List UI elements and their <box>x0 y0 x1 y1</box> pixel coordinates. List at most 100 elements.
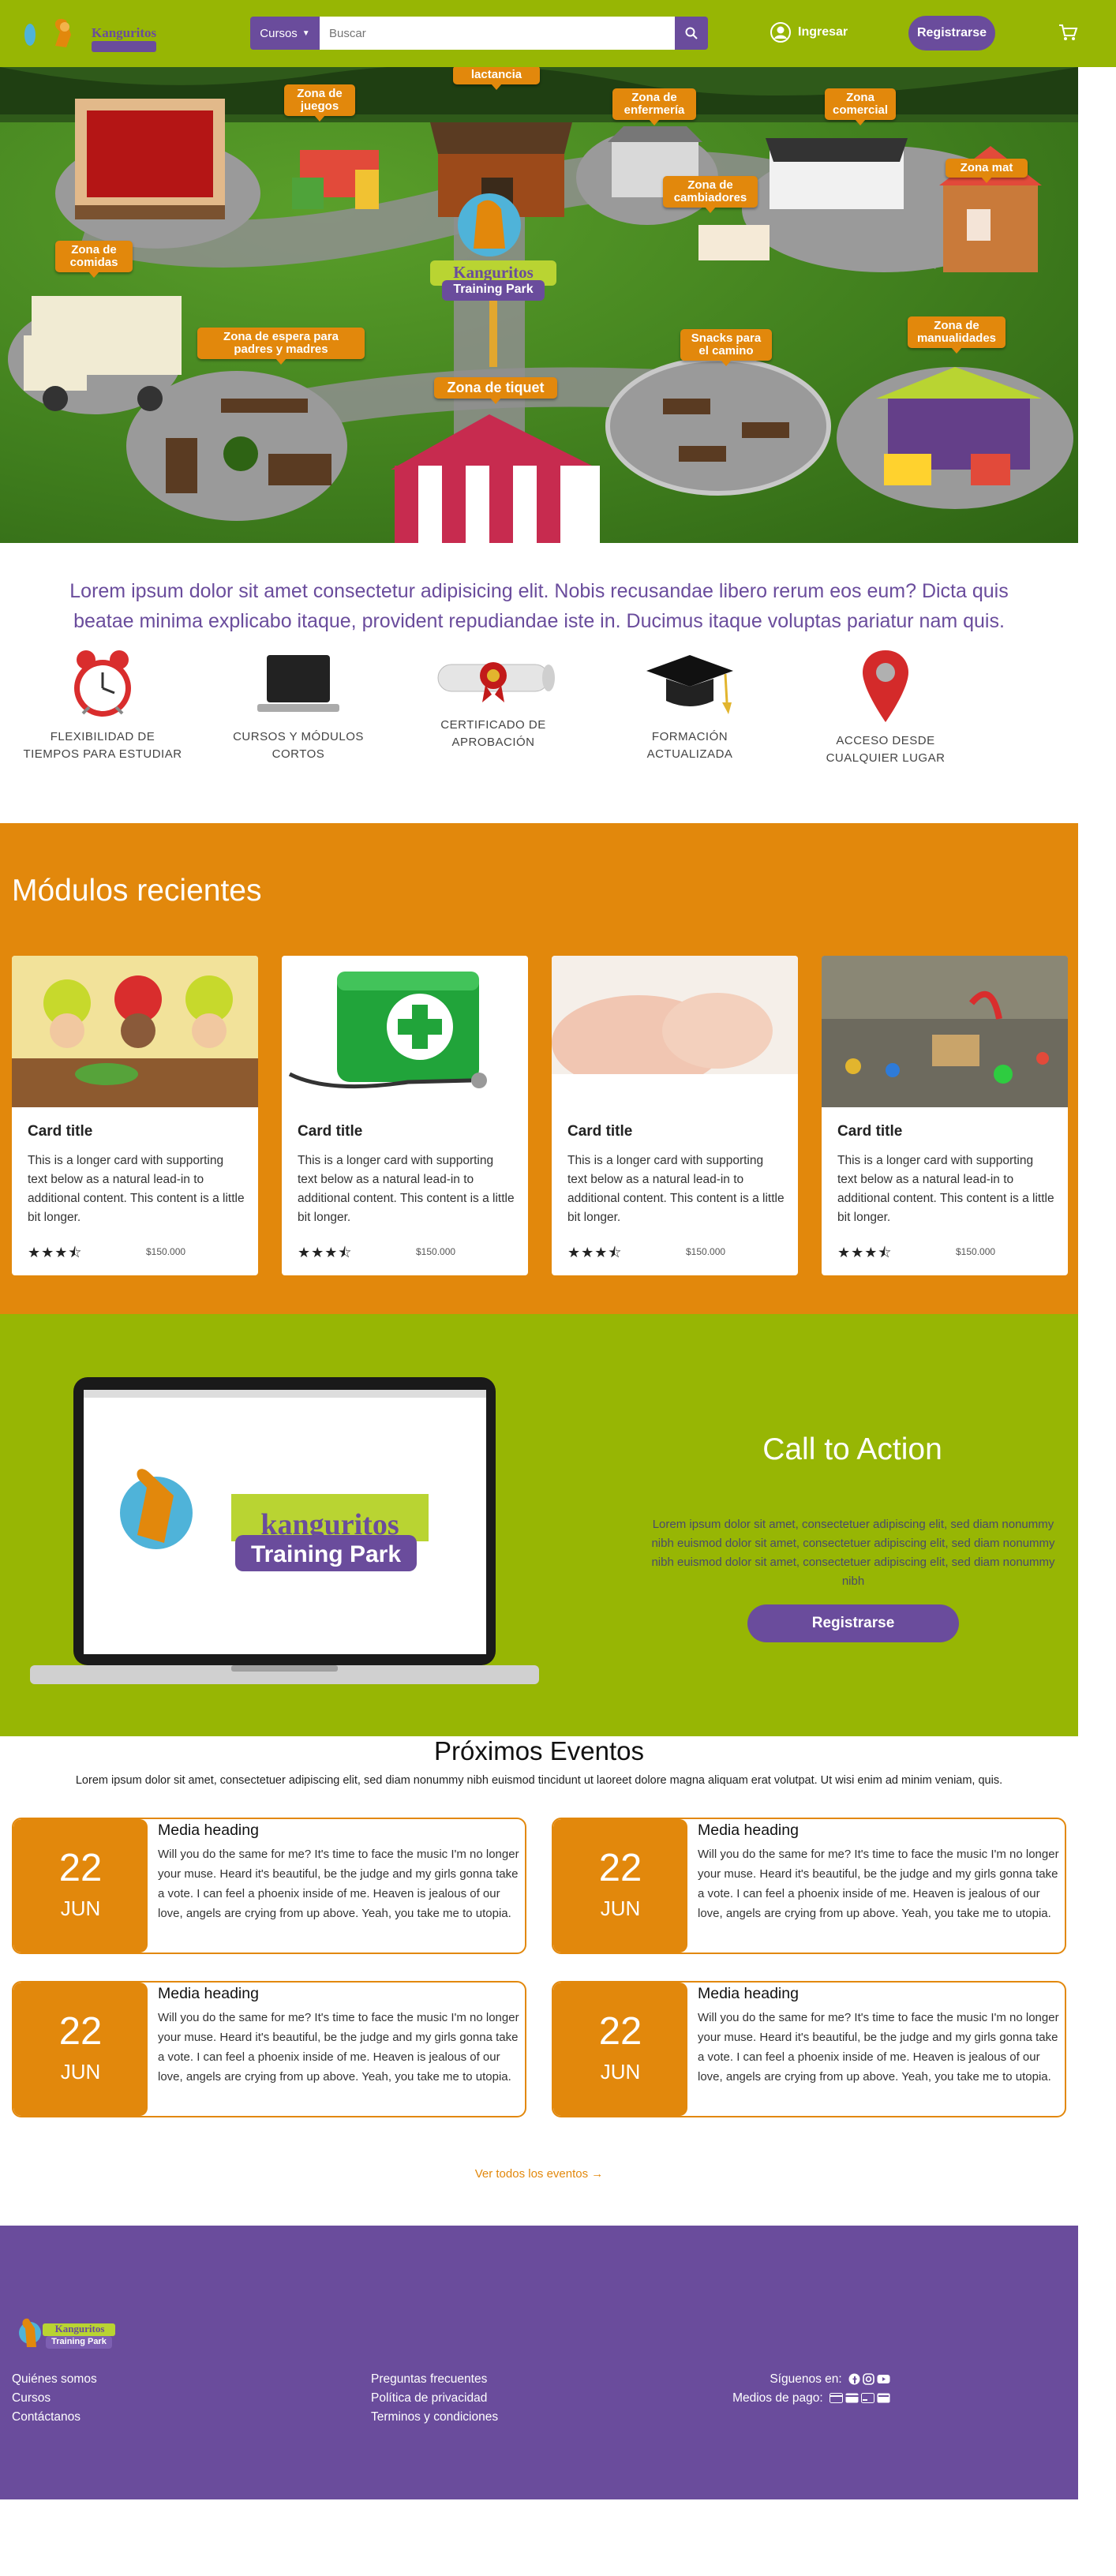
section-title: Módulos recientes <box>12 874 262 908</box>
footer-logo-title: Kanguritos <box>54 2323 105 2334</box>
search-button[interactable] <box>675 17 708 50</box>
kids-cooking-image <box>12 956 258 1107</box>
rating-stars: ★★★⯪ <box>298 1245 353 1261</box>
rating-stars: ★★★⯪ <box>567 1245 623 1261</box>
card-title: Card title <box>28 1123 93 1140</box>
footer-link-privacy[interactable]: Política de privacidad <box>371 2389 498 2408</box>
zone-label-comidas[interactable]: Zona de comidas <box>55 241 133 277</box>
alarm-clock-icon <box>74 650 131 717</box>
all-events-link[interactable]: Ver todos los eventos → <box>0 2167 1078 2181</box>
card-text: This is a longer card with supporting te… <box>28 1154 245 1224</box>
feature-flexibility: FLEXIBILIDAD DE TIEMPOS PARA ESTUDIAR <box>16 647 189 763</box>
login-link[interactable]: Ingresar <box>770 21 848 43</box>
toys-image <box>822 956 1068 1107</box>
event-heading: Media heading <box>698 1822 799 1839</box>
event-card[interactable]: 22 JUN Media heading Will you do the sam… <box>12 1818 526 1954</box>
logo-text: Kanguritos <box>92 25 157 40</box>
events-subtitle: Lorem ipsum dolor sit amet, consectetuer… <box>75 1774 1003 1787</box>
follow-row: Síguenos en: <box>710 2370 890 2389</box>
cta-text: Lorem ipsum dolor sit amet, consectetuer… <box>651 1518 1055 1588</box>
feature-label: FLEXIBILIDAD DE <box>50 730 155 743</box>
caret-down-icon: ▼ <box>301 28 310 38</box>
cta-title: Call to Action <box>762 1432 942 1466</box>
event-card[interactable]: 22 JUN Media heading Will you do the sam… <box>552 1818 1066 1954</box>
event-heading: Media heading <box>698 1985 799 2002</box>
zone-label-espera[interactable]: Zona de espera para padres y madres <box>197 328 365 364</box>
footer-link-courses[interactable]: Cursos <box>12 2389 97 2408</box>
category-dropdown[interactable]: Cursos ▼ <box>250 17 320 50</box>
zone-label-cambiadores[interactable]: Zona de cambiadores <box>663 176 758 212</box>
feature-label: FORMACIÓN <box>651 730 728 743</box>
page: Kanguritos Cursos ▼ Ingresar R <box>0 0 1116 2576</box>
zone-label-enfermeria[interactable]: Zona de enfermería <box>612 88 696 125</box>
event-card[interactable]: 22 JUN Media heading Will you do the sam… <box>12 1981 526 2117</box>
footer-logo[interactable]: Kanguritos Training Park <box>14 2312 117 2360</box>
footer-logo-subtitle: Training Park <box>51 2337 107 2346</box>
card-title: Card title <box>567 1123 633 1140</box>
feature-label: CUALQUIER LUGAR <box>826 751 946 765</box>
event-date: 22 JUN <box>553 1819 687 1953</box>
module-card[interactable]: Card title This is a longer card with su… <box>552 956 798 1275</box>
cta-register-button[interactable]: Registrarse <box>747 1604 959 1642</box>
event-day: 22 <box>598 1847 642 1889</box>
rating-stars: ★★★⯪ <box>28 1245 83 1261</box>
footer-link-faq[interactable]: Preguntas frecuentes <box>371 2370 498 2389</box>
card-text: This is a longer card with supporting te… <box>837 1154 1054 1224</box>
zone-label-juegos[interactable]: Zona de juegos <box>284 84 355 121</box>
event-text: Will you do the same for me? It's time t… <box>158 2011 519 2084</box>
zone-label-snacks[interactable]: Snacks para el camino <box>680 329 772 365</box>
footer-link-terms[interactable]: Terminos y condiciones <box>371 2408 498 2427</box>
youtube-icon[interactable] <box>877 2373 890 2385</box>
event-heading: Media heading <box>158 1985 259 2002</box>
facebook-icon[interactable] <box>848 2373 860 2385</box>
site-logo[interactable]: Kanguritos <box>19 11 161 55</box>
register-button[interactable]: Registrarse <box>908 16 995 51</box>
event-month: JUN <box>60 1896 101 1920</box>
event-text: Will you do the same for me? It's time t… <box>698 1848 1059 1920</box>
intro-text: Lorem ipsum dolor sit amet consectetur a… <box>69 580 1009 632</box>
event-date: 22 JUN <box>13 1983 148 2116</box>
credit-card-icon <box>861 2393 874 2404</box>
feature-certificate: CERTIFICADO DE APROBACIÓN <box>406 647 580 751</box>
event-day: 22 <box>58 2010 103 2053</box>
park-logo-subtitle: Training Park <box>453 283 534 296</box>
footer-col-2: Preguntas frecuentes Política de privaci… <box>371 2370 498 2427</box>
card-text: This is a longer card with supporting te… <box>567 1154 785 1224</box>
feature-access-anywhere: ACCESO DESDE CUALQUIER LUGAR <box>799 647 972 767</box>
baby-hands-image <box>552 956 798 1107</box>
feature-label: ACCESO DESDE <box>836 734 935 747</box>
credit-card-icon <box>845 2393 859 2403</box>
category-label: Cursos <box>260 26 298 40</box>
module-card[interactable]: Card title This is a longer card with su… <box>282 956 528 1275</box>
cart-icon[interactable] <box>1058 22 1078 46</box>
zone-label-comercial[interactable]: Zona comercial <box>825 88 896 125</box>
search-input[interactable] <box>320 17 675 50</box>
card-price: $150.000 <box>146 1246 186 1257</box>
zone-label-manualidades[interactable]: Zona de manualidades <box>908 316 1006 353</box>
zone-label-lactancia[interactable]: lactancia <box>453 67 540 90</box>
zone-label-mat[interactable]: Zona mat <box>946 159 1028 183</box>
feature-label: CORTOS <box>272 747 325 761</box>
module-card[interactable]: Card title This is a longer card with su… <box>822 956 1068 1275</box>
card-text: This is a longer card with supporting te… <box>298 1154 515 1224</box>
event-month: JUN <box>60 2060 101 2084</box>
feature-label: CERTIFICADO DE <box>440 718 546 732</box>
footer-social-payments: Síguenos en: Medios de pago: <box>710 2370 890 2408</box>
credit-card-icon <box>830 2393 843 2404</box>
park-map-illustration <box>0 67 1078 543</box>
instagram-icon[interactable] <box>863 2373 874 2386</box>
login-label: Ingresar <box>798 25 848 39</box>
event-date: 22 JUN <box>553 1983 687 2116</box>
features-row: FLEXIBILIDAD DE TIEMPOS PARA ESTUDIAR CU… <box>23 647 979 789</box>
module-card[interactable]: Card title This is a longer card with su… <box>12 956 258 1275</box>
park-map-banner: Kanguritos Training Park lactancia Zona … <box>0 67 1078 543</box>
feature-label: ACTUALIZADA <box>646 747 733 761</box>
event-text: Will you do the same for me? It's time t… <box>698 2011 1059 2084</box>
card-title: Card title <box>837 1123 903 1140</box>
feature-updated-training: FORMACIÓN ACTUALIZADA <box>603 647 777 763</box>
first-aid-kit-image <box>282 956 528 1107</box>
event-card[interactable]: 22 JUN Media heading Will you do the sam… <box>552 1981 1066 2117</box>
zone-label-tiquet[interactable]: Zona de tiquet <box>434 377 557 404</box>
footer-link-about[interactable]: Quiénes somos <box>12 2370 97 2389</box>
footer-link-contact[interactable]: Contáctanos <box>12 2408 97 2427</box>
